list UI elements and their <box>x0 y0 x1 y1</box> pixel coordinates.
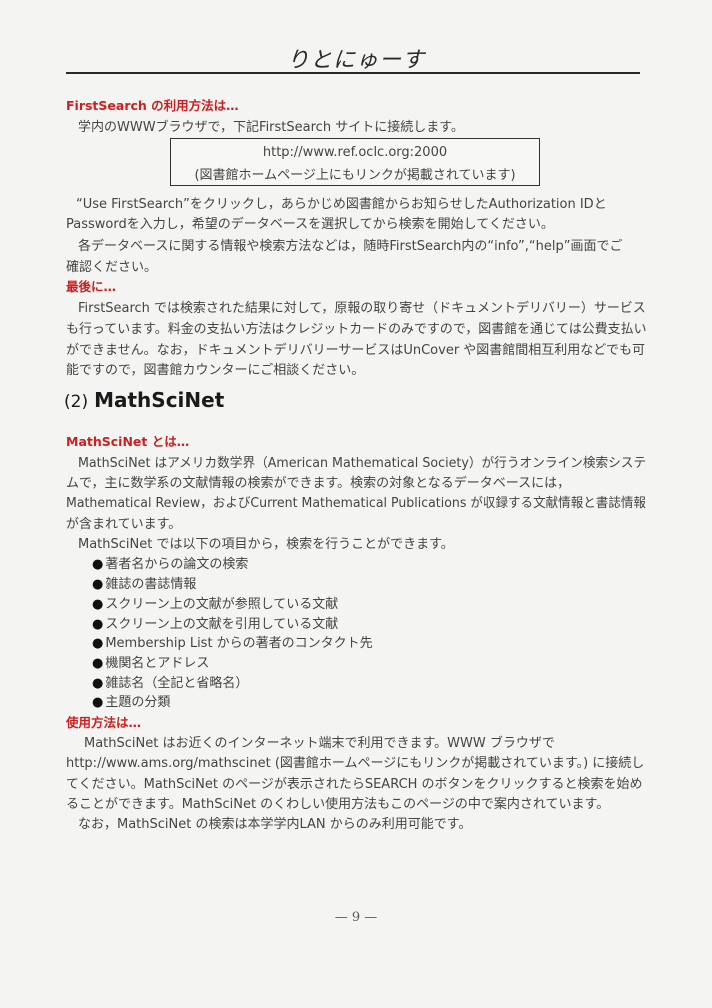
paragraph-line: FirstSearch では検索された結果に対して，原報の取り寄せ（ドキュメント… <box>78 301 646 316</box>
section-number: (2) <box>64 392 89 412</box>
paragraph-line: 各データベースに関する情報や検索方法などは，随時FirstSearch内の“in… <box>78 239 623 254</box>
newsletter-title: りとにゅーす <box>286 48 425 73</box>
list-item: ● スクリーン上の文献が参照している文献 <box>92 597 339 612</box>
paragraph-line: なお，MathSciNet の検索は本学学内LAN からのみ利用可能です。 <box>78 817 472 832</box>
list-item: ● 雑誌の書誌情報 <box>92 577 197 592</box>
paragraph-line: が含まれています。 <box>66 517 182 532</box>
list-item: ● 機関名とアドレス <box>92 656 210 671</box>
firstsearch-usage-heading: FirstSearch の利用方法は… <box>66 98 239 113</box>
paragraph-line: Passwordを入力し，希望のデータベースを選択してから検索を開始してください… <box>66 217 554 232</box>
firstsearch-intro: 学内のWWWブラウザで，下記FirstSearch サイトに接続します。 <box>78 120 464 135</box>
paragraph-line: Mathematical Review，およびCurrent Mathemati… <box>66 496 646 511</box>
list-item: ● 主題の分類 <box>92 695 171 710</box>
last-note-heading: 最後に… <box>66 279 117 294</box>
paragraph-line: てください。MathSciNet のページが表示されたらSEARCH のボタンを… <box>66 777 643 792</box>
list-item: ● Membership List からの著者のコンタクト先 <box>92 636 373 651</box>
paragraph-line: MathSciNet はアメリカ数学界（American Mathematica… <box>78 456 647 471</box>
list-item: ● 著者名からの論文の検索 <box>92 557 249 572</box>
paragraph-line: ムで，主に数学系の文献情報の検索ができます。検索の対象となるデータベースには， <box>66 476 571 491</box>
section-title: MathSciNet <box>94 388 225 412</box>
paragraph-line: ることができます。MathSciNet のくわしい使用方法もこのページの中で案内… <box>66 797 610 812</box>
mathscinet-about-heading: MathSciNet とは… <box>66 434 190 449</box>
paragraph-line: “Use FirstSearch”をクリックし，あらかじめ図書館からお知らせした… <box>76 197 607 212</box>
list-item: ● 雑誌名（全記と省略名） <box>92 676 249 691</box>
firstsearch-url-box: http://www.ref.oclc.org:2000 (図書館ホームページ上… <box>170 138 540 186</box>
paragraph-line: も行っています。料金の支払い方法はクレジットカードのみですので，図書館を通じては… <box>66 322 647 337</box>
paragraph-line: 能ですので，図書館カウンターにご相談ください。 <box>66 363 365 378</box>
page-number: — 9 — <box>334 910 378 925</box>
firstsearch-url: http://www.ref.oclc.org:2000 <box>262 145 448 160</box>
header-rule <box>66 72 640 74</box>
paragraph-line: 確認ください。 <box>66 260 158 275</box>
paragraph-line: MathSciNet はお近くのインターネット端末で利用できます。WWW ブラウ… <box>84 736 555 751</box>
document-page: りとにゅーす FirstSearch の利用方法は… 学内のWWWブラウザで，下… <box>0 0 712 1008</box>
section-heading-mathscinet: (2) MathSciNet <box>64 388 224 412</box>
paragraph-line: ができません。なお，ドキュメントデリバリーサービスはUnCover や図書館間相… <box>66 343 646 358</box>
list-item: ● スクリーン上の文献を引用している文献 <box>92 617 339 632</box>
mathscinet-usage-heading: 使用方法は… <box>66 715 142 730</box>
paragraph-line: http://www.ams.org/mathscinet (図書館ホームページ… <box>66 756 645 771</box>
paragraph-line: MathSciNet では以下の項目から，検索を行うことができます。 <box>78 537 454 552</box>
firstsearch-url-note: (図書館ホームページ上にもリンクが掲載されています) <box>194 168 516 183</box>
